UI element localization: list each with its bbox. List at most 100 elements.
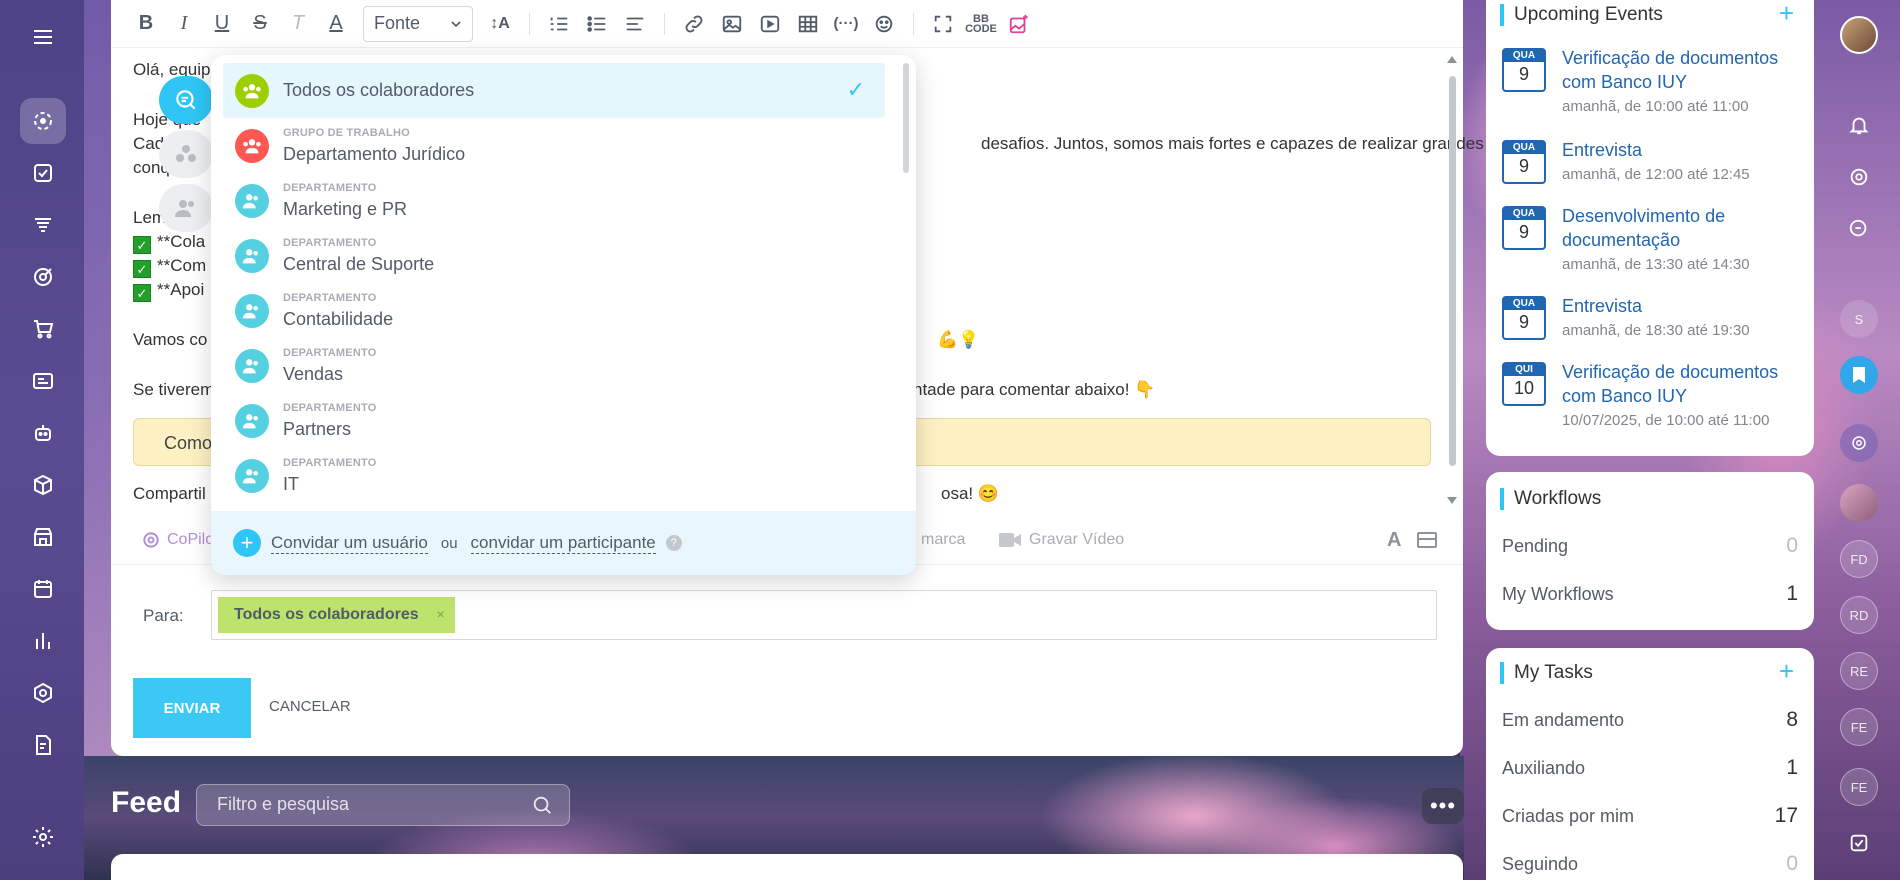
- contact-avatar[interactable]: FD: [1840, 540, 1878, 578]
- event-title[interactable]: Entrevista: [1562, 294, 1802, 318]
- panel-toggle-icon[interactable]: [1417, 532, 1437, 548]
- feed-search-input[interactable]: Filtro e pesquisa: [196, 784, 570, 826]
- dropdown-item-legal-department[interactable]: GRUPO DE TRABALHO Departamento Jurídico: [223, 118, 885, 173]
- video-icon[interactable]: [753, 7, 787, 41]
- link-icon[interactable]: [677, 7, 711, 41]
- store-nav-icon[interactable]: [20, 514, 66, 560]
- dropdown-item-partners[interactable]: DEPARTAMENTO Partners: [223, 393, 885, 448]
- search-icon[interactable]: [531, 794, 553, 816]
- mark-button[interactable]: marca: [921, 531, 965, 549]
- editor-text-line: osa! 😊: [941, 484, 1000, 503]
- fullscreen-icon[interactable]: [926, 7, 960, 41]
- dropdown-item-accounting[interactable]: DEPARTAMENTO Contabilidade: [223, 283, 885, 338]
- editor-scrollbar[interactable]: [1446, 56, 1458, 504]
- users-float-icon[interactable]: [159, 184, 213, 232]
- numbered-list-icon[interactable]: [542, 7, 576, 41]
- bookmark-icon[interactable]: [1840, 356, 1878, 394]
- strikethrough-button[interactable]: S: [243, 7, 277, 41]
- add-task-button[interactable]: +: [1779, 656, 1794, 687]
- bell-icon[interactable]: [1844, 110, 1874, 140]
- dropdown-item-marketing[interactable]: DEPARTAMENTO Marketing e PR: [223, 173, 885, 228]
- settings-gear-icon[interactable]: [20, 814, 66, 860]
- chat-search-icon[interactable]: [1844, 214, 1874, 244]
- scroll-thumb[interactable]: [1449, 76, 1456, 466]
- invite-user-link[interactable]: Convidar um usuário: [271, 533, 428, 554]
- align-icon[interactable]: [618, 7, 652, 41]
- event-weekday: QUA: [1504, 208, 1544, 220]
- table-icon[interactable]: [791, 7, 825, 41]
- event-title[interactable]: Verificação de documentos com Banco IUY: [1562, 360, 1802, 408]
- analytics-nav-icon[interactable]: [20, 618, 66, 664]
- cancel-button[interactable]: CANCELAR: [269, 698, 351, 715]
- workflow-row-pending[interactable]: Pending 0: [1502, 534, 1798, 557]
- dropdown-item-support[interactable]: DEPARTAMENTO Central de Suporte: [223, 228, 885, 283]
- font-color-button[interactable]: A: [319, 7, 353, 41]
- bullet-list-icon[interactable]: [580, 7, 614, 41]
- dropdown-scrollbar[interactable]: [903, 63, 909, 173]
- copilot-button[interactable]: CoPilo: [141, 530, 214, 550]
- scroll-down-arrow-icon[interactable]: [1447, 497, 1457, 504]
- feed-search-placeholder: Filtro e pesquisa: [217, 794, 350, 814]
- image-icon[interactable]: [715, 7, 749, 41]
- group-chat-icon[interactable]: [1840, 424, 1878, 462]
- calendar-nav-icon[interactable]: [20, 566, 66, 612]
- font-size-icon[interactable]: ↕A: [483, 7, 517, 41]
- send-button[interactable]: ENVIAR: [133, 678, 251, 738]
- recipients-field[interactable]: Todos os colaboradores ×: [211, 590, 1437, 640]
- task-row-assisting[interactable]: Auxiliando 1: [1502, 756, 1798, 779]
- underline-button[interactable]: U: [205, 7, 239, 41]
- bbcode-button[interactable]: BB CODE: [964, 7, 998, 41]
- box-nav-icon[interactable]: [20, 462, 66, 508]
- contact-avatar[interactable]: FE: [1840, 708, 1878, 746]
- event-title[interactable]: Desenvolvimento de documentação: [1562, 204, 1802, 252]
- event-title[interactable]: Entrevista: [1562, 138, 1802, 162]
- dropdown-item-sales[interactable]: DEPARTAMENTO Vendas: [223, 338, 885, 393]
- bold-button[interactable]: B: [129, 7, 163, 41]
- font-select[interactable]: Fonte: [363, 5, 473, 42]
- feed-nav-icon[interactable]: [20, 98, 66, 144]
- group-float-icon[interactable]: [159, 130, 213, 178]
- user-avatar[interactable]: [1840, 16, 1878, 54]
- copilot-rail-icon[interactable]: [1844, 162, 1874, 192]
- plus-icon[interactable]: +: [233, 529, 261, 557]
- scroll-up-arrow-icon[interactable]: [1447, 56, 1457, 63]
- hexagon-nav-icon[interactable]: [20, 670, 66, 716]
- add-event-button[interactable]: +: [1779, 0, 1794, 29]
- text-format-button[interactable]: A: [1387, 529, 1401, 552]
- copilot-float-icon[interactable]: [159, 76, 213, 124]
- event-day: 9: [1518, 64, 1529, 84]
- italic-button[interactable]: I: [167, 7, 201, 41]
- dropdown-item-it[interactable]: DEPARTAMENTO IT: [223, 448, 885, 503]
- task-row-in-progress[interactable]: Em andamento 8: [1502, 708, 1798, 731]
- contact-avatar[interactable]: RD: [1840, 596, 1878, 634]
- record-video-button[interactable]: Gravar Vídeo: [999, 531, 1124, 549]
- contact-avatar[interactable]: RE: [1840, 652, 1878, 690]
- code-icon[interactable]: (···): [829, 7, 863, 41]
- sites-nav-icon[interactable]: [20, 358, 66, 404]
- dropdown-item-label: Partners: [283, 419, 352, 439]
- clear-format-button[interactable]: T: [281, 7, 315, 41]
- magic-image-icon[interactable]: [1002, 7, 1036, 41]
- tasks-nav-icon[interactable]: [20, 150, 66, 196]
- remove-recipient-icon[interactable]: ×: [436, 606, 444, 622]
- menu-icon[interactable]: [20, 14, 66, 60]
- event-title[interactable]: Verificação de documentos com Banco IUY: [1562, 46, 1802, 94]
- crm-nav-icon[interactable]: [20, 202, 66, 248]
- emoji-icon[interactable]: [867, 7, 901, 41]
- recipient-chip[interactable]: Todos os colaboradores ×: [218, 597, 455, 633]
- task-row-created[interactable]: Criadas por mim 17: [1502, 804, 1798, 827]
- document-nav-icon[interactable]: [20, 722, 66, 768]
- more-options-button[interactable]: •••: [1422, 788, 1464, 824]
- task-row-following[interactable]: Seguindo 0: [1502, 852, 1798, 875]
- contact-avatar[interactable]: FE: [1840, 768, 1878, 806]
- help-icon[interactable]: ?: [665, 535, 682, 551]
- contact-avatar-photo[interactable]: [1840, 484, 1878, 522]
- workflow-row-mine[interactable]: My Workflows 1: [1502, 582, 1798, 605]
- target-nav-icon[interactable]: [20, 254, 66, 300]
- checklist-rail-icon[interactable]: [1844, 828, 1874, 858]
- dropdown-item-all-employees[interactable]: Todos os colaboradores ✓: [223, 63, 885, 118]
- contact-avatar[interactable]: S: [1840, 300, 1878, 338]
- cart-nav-icon[interactable]: [20, 306, 66, 352]
- robot-nav-icon[interactable]: [20, 410, 66, 456]
- invite-participant-link[interactable]: convidar um participante: [470, 533, 656, 554]
